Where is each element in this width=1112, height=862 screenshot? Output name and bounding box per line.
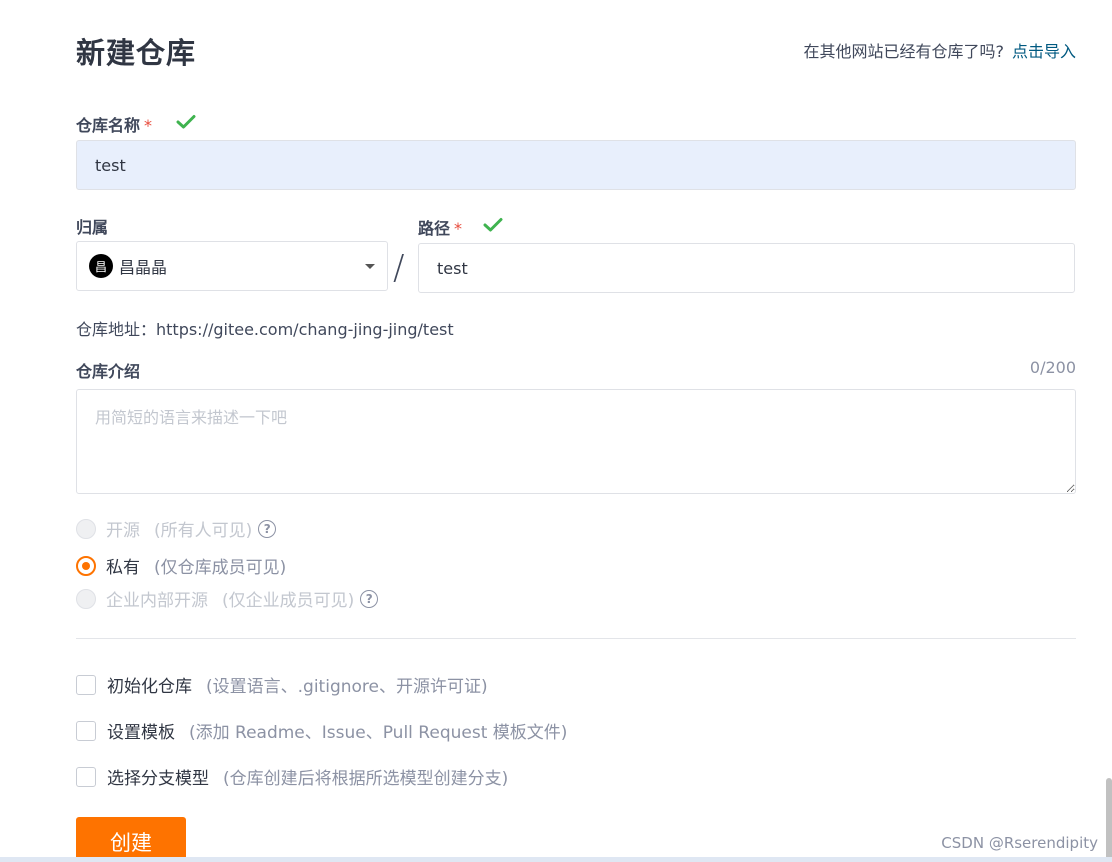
option-note: (仓库创建后将根据所选模型创建分支) <box>223 769 509 789</box>
help-icon[interactable]: ? <box>360 589 379 608</box>
option-label: 设置模板 <box>107 723 175 743</box>
owner-name: 昌晶晶 <box>119 258 168 277</box>
radio-public-label: 开源 <box>106 521 140 541</box>
chevron-down-icon <box>365 264 375 269</box>
checkbox[interactable] <box>76 766 96 787</box>
watermark: CSDN @Rserendipity <box>941 834 1098 852</box>
radio-enterprise-label: 企业内部开源 <box>106 591 208 611</box>
description-counter: 0/200 <box>1029 358 1076 377</box>
page-title: 新建仓库 <box>76 36 197 70</box>
option-label: 选择分支模型 <box>107 769 209 789</box>
path-input[interactable]: test <box>418 243 1075 293</box>
check-icon <box>176 114 196 130</box>
option-label: 初始化仓库 <box>107 677 192 697</box>
scrollbar[interactable] <box>1106 778 1112 862</box>
option-init-repo[interactable]: 初始化仓库 (设置语言、.gitignore、开源许可证) <box>76 672 488 697</box>
owner-label: 归属 <box>76 218 109 237</box>
radio-public[interactable]: 开源 (所有人可见) ? <box>76 516 277 541</box>
option-template[interactable]: 设置模板 (添加 Readme、Issue、Pull Request 模板文件) <box>76 718 567 743</box>
checkbox[interactable] <box>76 674 96 695</box>
bottom-bar <box>0 857 1112 862</box>
radio-public-note: (所有人可见) <box>154 521 253 541</box>
owner-select[interactable]: 昌 昌晶晶 <box>76 241 388 291</box>
radio-public-button[interactable] <box>76 518 96 539</box>
option-note: (设置语言、.gitignore、开源许可证) <box>206 677 488 697</box>
path-label-text: 路径 <box>418 219 451 238</box>
description-textarea[interactable] <box>76 389 1076 494</box>
help-icon[interactable]: ? <box>258 519 277 538</box>
repo-name-value: test <box>95 155 126 175</box>
option-branch-model[interactable]: 选择分支模型 (仓库创建后将根据所选模型创建分支) <box>76 764 508 789</box>
repo-url: 仓库地址：https://gitee.com/chang-jing-jing/t… <box>76 320 454 339</box>
option-note: (添加 Readme、Issue、Pull Request 模板文件) <box>189 723 568 743</box>
import-prompt: 在其他网站已经有仓库了吗? <box>803 42 1004 61</box>
path-value: test <box>437 258 468 278</box>
radio-private-note: (仅仓库成员可见) <box>154 558 287 578</box>
path-label: 路径 * <box>418 215 462 239</box>
repo-name-label-text: 仓库名称 <box>76 116 141 135</box>
import-hint: 在其他网站已经有仓库了吗? 点击导入 <box>803 38 1076 62</box>
path-separator: / <box>393 248 405 288</box>
create-button[interactable]: 创建 <box>76 817 186 862</box>
radio-private-button[interactable] <box>76 555 96 576</box>
repo-name-input[interactable]: test <box>76 140 1076 190</box>
avatar: 昌 <box>89 254 113 278</box>
radio-enterprise-button[interactable] <box>76 588 96 609</box>
repo-name-label: 仓库名称 * <box>76 112 152 136</box>
checkbox[interactable] <box>76 720 96 741</box>
divider <box>76 638 1076 639</box>
description-label: 仓库介绍 <box>76 362 141 381</box>
import-link[interactable]: 点击导入 <box>1012 42 1076 61</box>
check-icon <box>483 217 503 233</box>
radio-private[interactable]: 私有 (仅仓库成员可见) <box>76 553 286 578</box>
radio-enterprise-note: (仅企业成员可见) <box>222 591 355 611</box>
required-mark: * <box>144 116 153 135</box>
radio-enterprise[interactable]: 企业内部开源 (仅企业成员可见) ? <box>76 586 379 611</box>
radio-private-label: 私有 <box>106 558 140 578</box>
required-mark: * <box>454 219 463 238</box>
